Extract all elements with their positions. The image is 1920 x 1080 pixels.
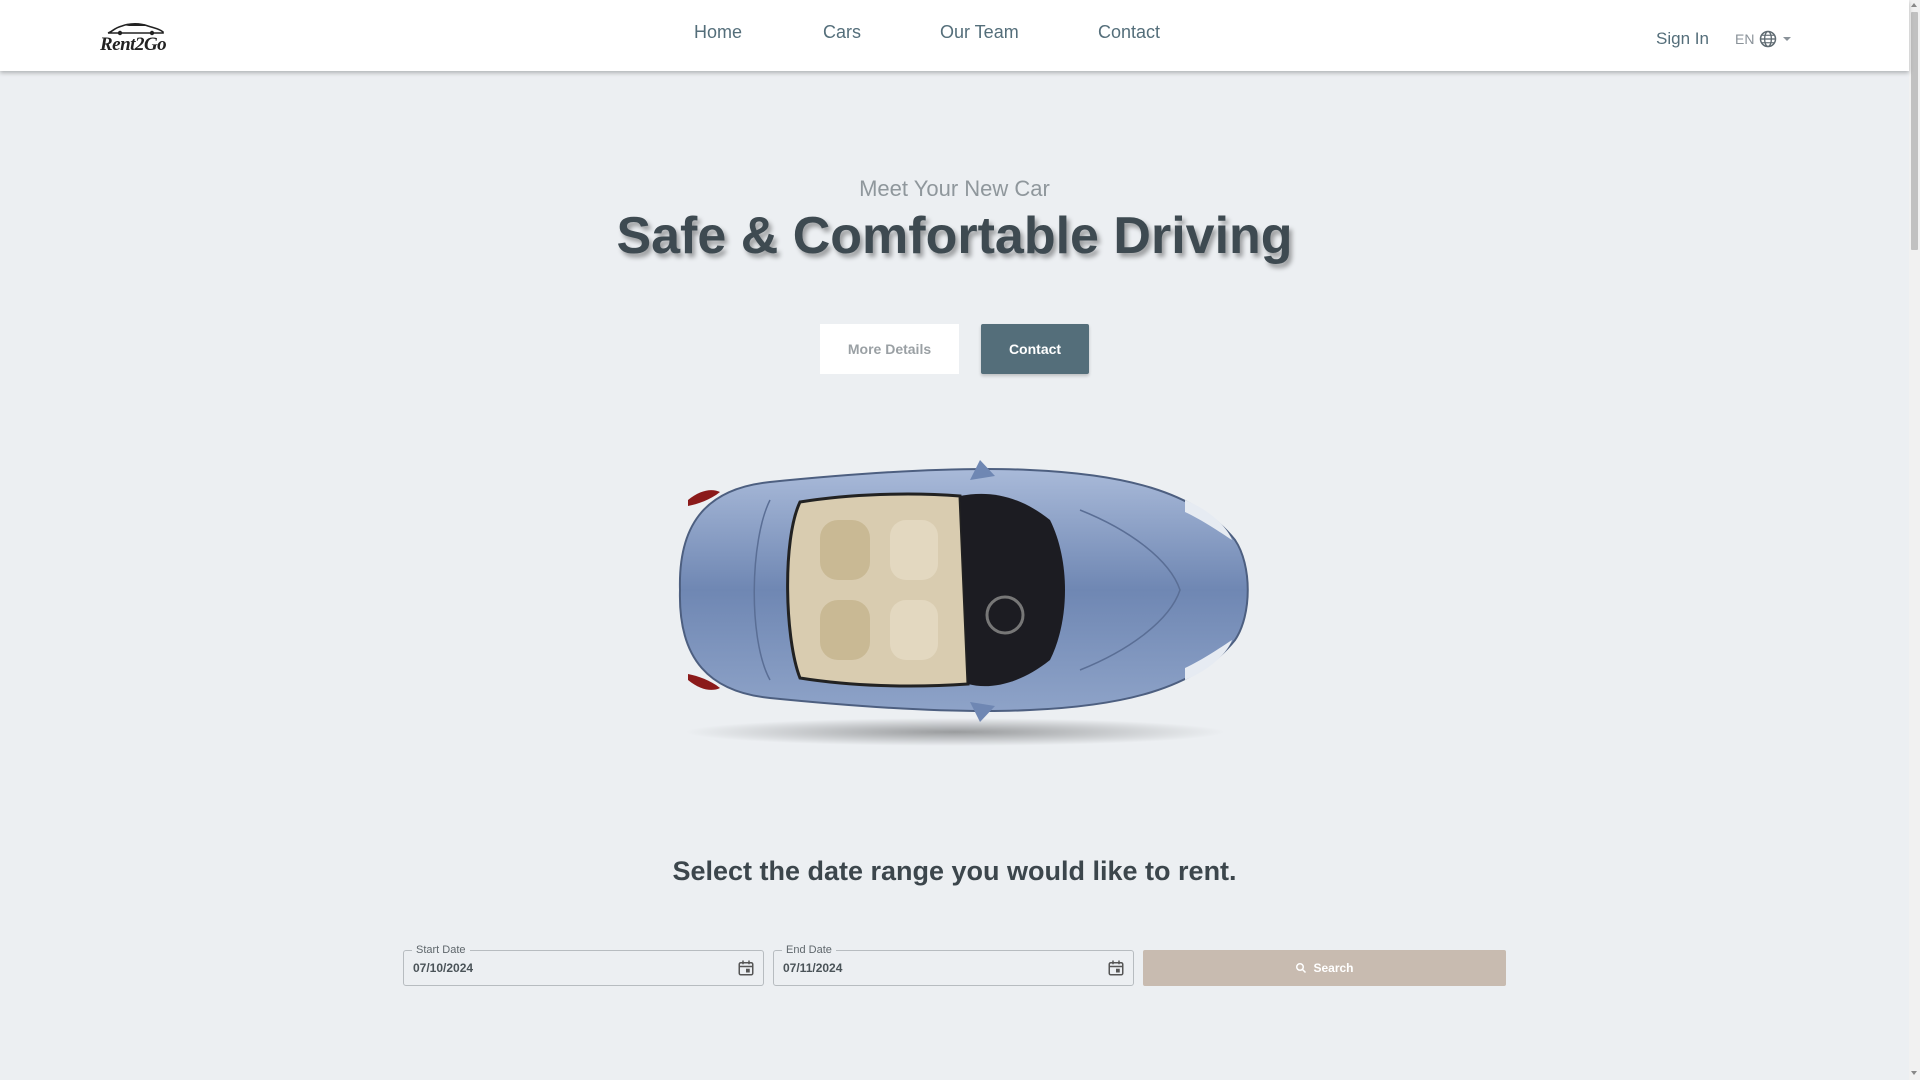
calendar-icon[interactable] (1107, 959, 1125, 977)
nav-cars[interactable]: Cars (823, 22, 861, 43)
language-code: EN (1735, 31, 1755, 47)
scrollbar-thumb[interactable] (1911, 12, 1918, 250)
sign-in-link[interactable]: Sign In (1656, 29, 1709, 49)
hero-subtitle: Meet Your New Car (859, 176, 1050, 201)
nav-our-team[interactable]: Our Team (940, 22, 1019, 43)
search-button[interactable]: Search (1143, 950, 1506, 986)
end-date-label: End Date (782, 944, 836, 956)
globe-icon (1760, 30, 1777, 48)
top-navbar: Rent2Go Home Cars Our Team Contact Sign … (0, 0, 1909, 71)
start-date-label: Start Date (412, 944, 470, 956)
scroll-down-arrow-icon[interactable] (1911, 1071, 1917, 1075)
car-top-view-image (678, 460, 1249, 746)
nav-home[interactable]: Home (694, 22, 742, 43)
more-details-button[interactable]: More Details (820, 324, 959, 374)
calendar-icon[interactable] (737, 959, 755, 977)
end-date-value: 07/11/2024 (783, 961, 843, 975)
language-selector[interactable]: EN (1735, 29, 1792, 49)
nav-contact[interactable]: Contact (1098, 22, 1160, 43)
date-range-heading: Select the date range you would like to … (672, 856, 1237, 886)
logo-text: Rent2Go (100, 34, 167, 55)
hero-title: Safe & Comfortable Driving (616, 207, 1293, 265)
chevron-down-icon (1783, 37, 1792, 41)
search-icon (1296, 963, 1307, 974)
contact-button[interactable]: Contact (981, 324, 1089, 374)
end-date-field[interactable]: End Date 07/11/2024 (773, 944, 1134, 986)
start-date-value: 07/10/2024 (413, 961, 474, 975)
start-date-field[interactable]: Start Date 07/10/2024 (403, 944, 764, 986)
search-button-label: Search (1313, 961, 1354, 975)
scroll-up-arrow-icon[interactable] (1911, 3, 1917, 7)
rent2go-logo[interactable]: Rent2Go (100, 20, 180, 56)
vertical-scrollbar[interactable] (1909, 0, 1920, 1080)
